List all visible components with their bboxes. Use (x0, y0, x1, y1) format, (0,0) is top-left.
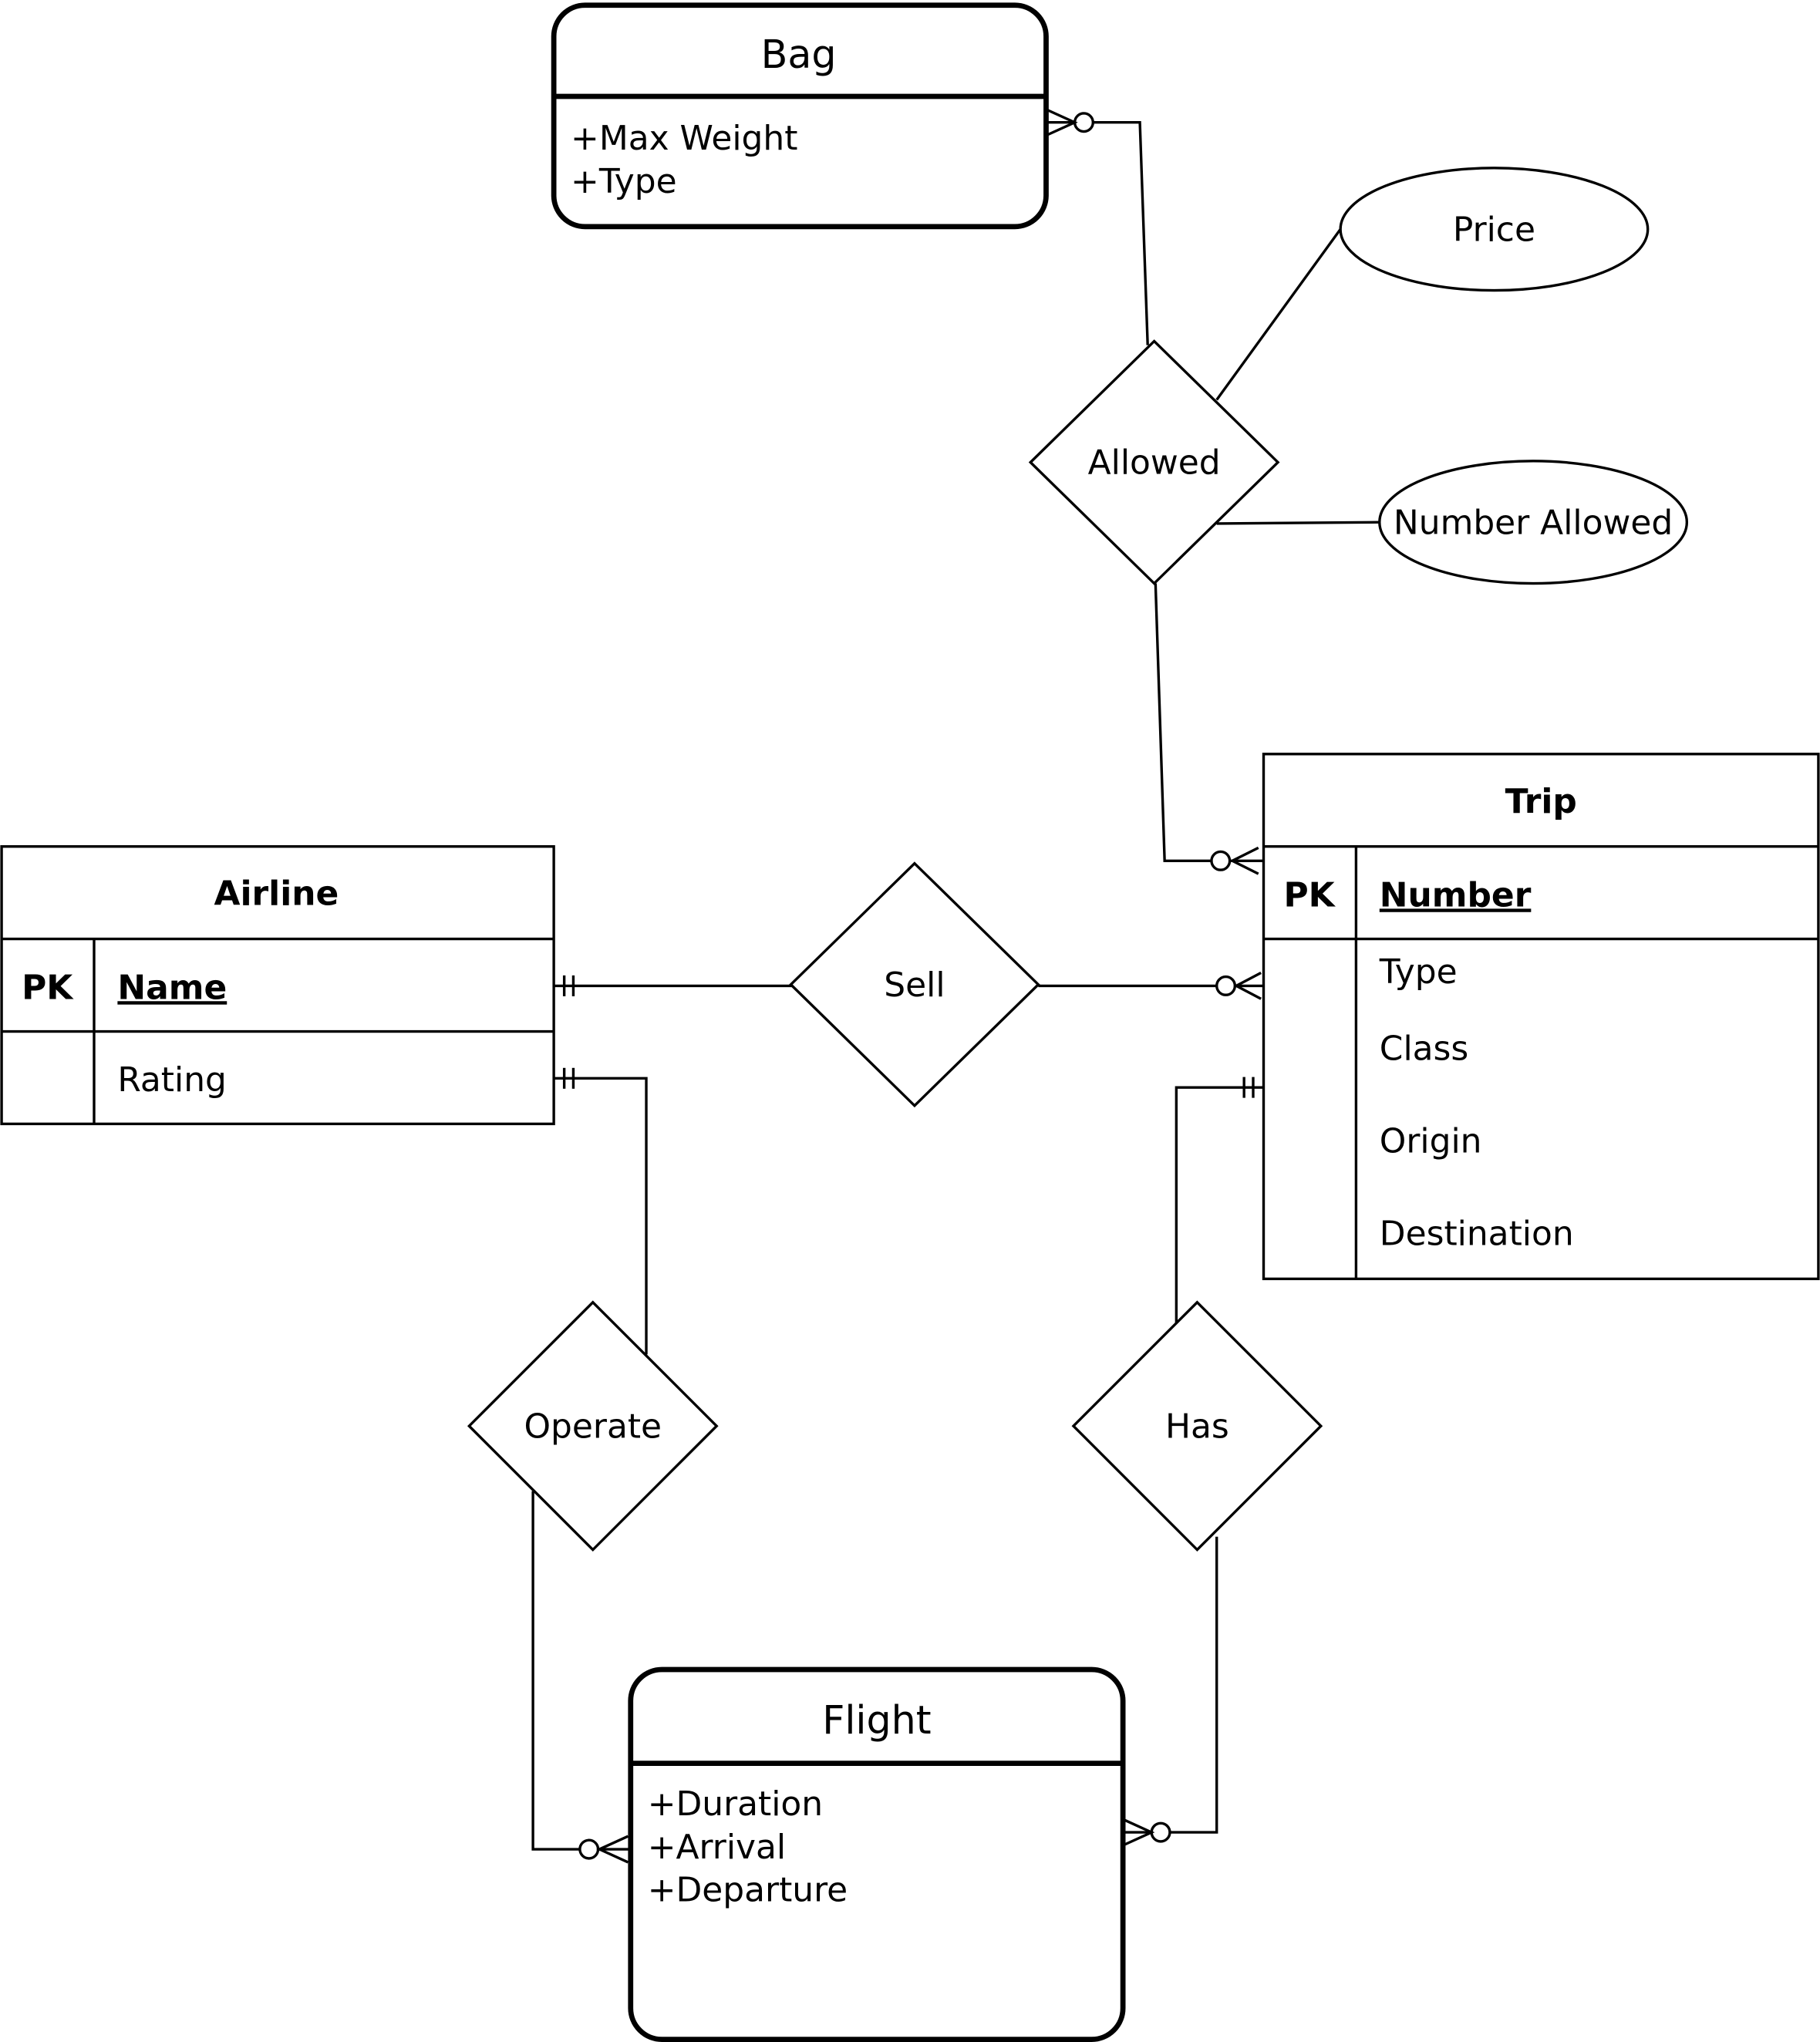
flight-title: Flight (822, 1697, 931, 1743)
airline-pk-label: PK (22, 968, 74, 1007)
attribute-price[interactable]: Price (1339, 167, 1650, 292)
entity-trip[interactable]: Trip PK Number Type Class Origin Destina… (1262, 753, 1820, 1281)
flight-attribute: +Arrival (648, 1828, 786, 1867)
trip-pk-label: PK (1284, 875, 1336, 915)
trip-field: Class (1380, 1029, 1468, 1069)
airline-title: Airline (214, 874, 339, 914)
operate-label: Operate (524, 1407, 662, 1446)
connector-allowed-price (1215, 228, 1342, 401)
flight-attribute: +Departure (648, 1871, 848, 1910)
trip-field: Origin (1380, 1122, 1482, 1161)
airline-pk-field: Name (117, 968, 227, 1007)
connector-sell-trip (1038, 972, 1264, 1000)
attribute-number-allowed[interactable]: Number Allowed (1378, 460, 1689, 585)
trip-field: Type (1379, 952, 1458, 992)
entity-flight[interactable]: Flight +Duration +Arrival +Departure (628, 1666, 1126, 2042)
trip-pk-field: Number (1380, 875, 1532, 915)
bag-attribute: +Type (571, 162, 677, 201)
relationship-operate[interactable]: Operate (467, 1300, 719, 1552)
price-label: Price (1453, 210, 1535, 249)
has-label: Has (1165, 1407, 1229, 1446)
bag-attribute: +Max Weight (571, 119, 797, 158)
relationship-allowed[interactable]: Allowed (1028, 339, 1280, 585)
connector-allowed-number-allowed (1216, 521, 1380, 525)
bag-title: Bag (761, 32, 837, 77)
trip-field: Destination (1380, 1214, 1574, 1253)
er-diagram: Bag +Max Weight +Type Price Number Allow… (0, 2, 1820, 2042)
entity-airline[interactable]: Airline PK Name Rating (0, 845, 555, 1126)
airline-field: Rating (117, 1060, 227, 1100)
trip-title: Trip (1505, 782, 1577, 821)
connector-has-flight (1122, 1536, 1218, 1847)
number-allowed-label: Number Allowed (1394, 503, 1673, 542)
relationship-has[interactable]: Has (1071, 1300, 1323, 1552)
allowed-label: Allowed (1088, 443, 1221, 483)
connector-airline-sell (554, 975, 793, 996)
connector-allowed-trip (1154, 583, 1264, 875)
flight-attribute: +Duration (648, 1784, 823, 1824)
connector-bag-allowed (1045, 108, 1149, 345)
entity-bag[interactable]: Bag +Max Weight +Type (551, 2, 1049, 230)
connector-has-trip (1175, 1077, 1264, 1325)
sell-label: Sell (884, 965, 945, 1005)
relationship-sell[interactable]: Sell (789, 861, 1040, 1108)
connector-operate-flight (531, 1491, 631, 1864)
